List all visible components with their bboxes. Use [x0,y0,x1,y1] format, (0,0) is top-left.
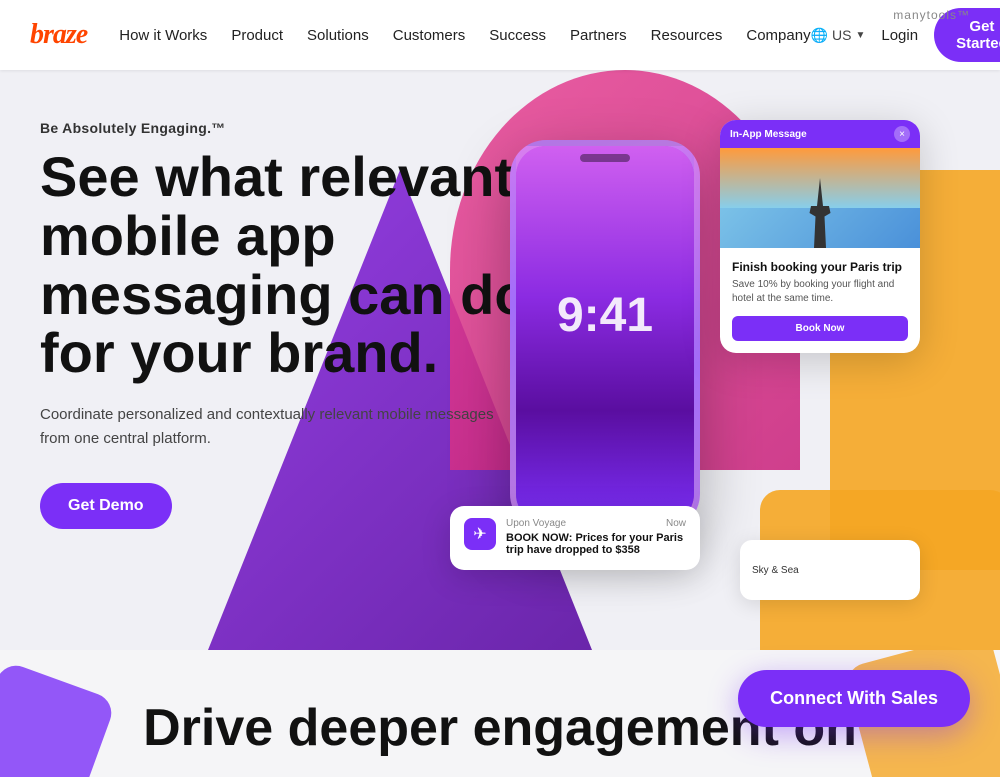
hero-description: Coordinate personalized and contextually… [40,403,500,451]
notification-content: Upon Voyage Now BOOK NOW: Prices for you… [506,518,686,558]
phone-time: 9:41 [557,288,653,343]
notification-icon: ✈ [464,518,496,550]
phone-notch [580,154,630,162]
inapp-body: Finish booking your Paris trip Save 10% … [720,248,920,353]
nav-link-success[interactable]: Success [489,27,546,44]
inapp-close-button[interactable]: × [894,126,910,142]
navbar-left: braze How it Works Product Solutions Cus… [30,19,811,51]
partial-card-text: Sky & Sea [752,565,799,576]
nav-link-customers[interactable]: Customers [393,27,466,44]
nav-link-partners[interactable]: Partners [570,27,627,44]
globe-icon: 🌐 [811,27,828,44]
nav-link-company[interactable]: Company [746,27,810,44]
chevron-down-icon: ▼ [855,30,865,41]
connect-with-sales-button[interactable]: Connect With Sales [738,670,970,727]
inapp-book-button[interactable]: Book Now [732,316,908,341]
lang-selector[interactable]: 🌐 US ▼ [811,27,866,44]
phone-main: 9:41 [510,140,700,530]
nav-link-solutions[interactable]: Solutions [307,27,369,44]
notification-card: ✈ Upon Voyage Now BOOK NOW: Prices for y… [450,506,700,570]
inapp-card: In-App Message × Finish booking your Par… [720,120,920,353]
inapp-header: In-App Message × [720,120,920,148]
inapp-title: Finish booking your Paris trip [732,260,908,274]
hero-section: Be Absolutely Engaging.™ See what releva… [0,70,1000,650]
partial-card: Sky & Sea [740,540,920,600]
notification-title: BOOK NOW: Prices for your Paris trip hav… [506,532,686,556]
nav-links: How it Works Product Solutions Customers… [119,27,810,44]
inapp-description: Save 10% by booking your flight and hote… [732,278,908,306]
lang-label: US [832,27,851,43]
inapp-image [720,148,920,248]
logo[interactable]: braze [30,19,87,51]
nav-link-product[interactable]: Product [231,27,283,44]
phone-screen: 9:41 [516,146,694,524]
manytools-badge: manytools™ [893,8,970,22]
bottom-shape-left [0,660,117,777]
notification-app: Upon Voyage [506,518,566,529]
notification-time: Now [666,518,686,529]
phone-area: 9:41 ✈ Upon Voyage Now BOOK NOW: Prices … [480,100,900,630]
nav-link-resources[interactable]: Resources [651,27,723,44]
notification-header: Upon Voyage Now [506,518,686,529]
nav-link-how-it-works[interactable]: How it Works [119,27,207,44]
get-demo-button[interactable]: Get Demo [40,483,172,529]
login-button[interactable]: Login [881,27,918,44]
inapp-label: In-App Message [730,129,807,140]
navbar: braze How it Works Product Solutions Cus… [0,0,1000,70]
